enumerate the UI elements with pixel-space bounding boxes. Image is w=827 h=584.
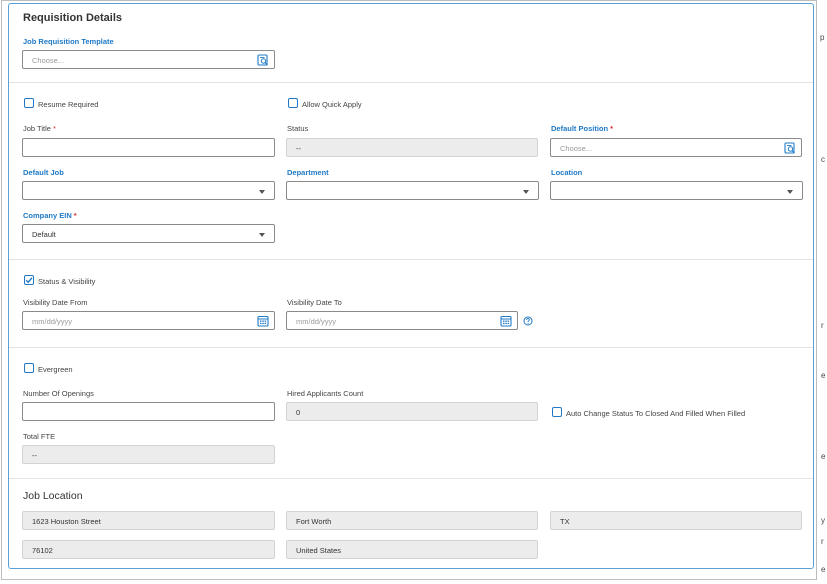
job-title-input[interactable]: [22, 138, 275, 157]
visibility-to-label: Visibility Date To: [287, 298, 342, 307]
template-lookup[interactable]: Choose...: [22, 50, 275, 69]
resume-required-checkbox[interactable]: [24, 98, 34, 108]
country-value: United States: [296, 546, 342, 555]
edge-letter: e: [821, 565, 826, 574]
state-value: TX: [560, 517, 570, 526]
street-field: 1623 Houston Street: [22, 511, 275, 530]
evergreen-checkbox[interactable]: [24, 363, 34, 373]
street-value: 1623 Houston Street: [32, 517, 101, 526]
openings-input[interactable]: [22, 402, 275, 421]
state-field: TX: [550, 511, 802, 530]
visibility-from-date-input[interactable]: mm/dd/yyyy: [22, 311, 275, 330]
visibility-to-date-input[interactable]: mm/dd/yyyy: [286, 311, 518, 330]
status-visibility-checkbox[interactable]: [24, 275, 34, 285]
required-marker: *: [610, 124, 614, 133]
company-ein-label: Company EIN *: [23, 211, 77, 220]
edge-letter: e: [821, 371, 826, 380]
edge-letter: r: [821, 321, 824, 330]
department-select[interactable]: [286, 181, 539, 200]
checkmark-icon: [25, 276, 33, 283]
section-divider: [9, 259, 813, 260]
auto-change-checkbox[interactable]: [552, 407, 562, 417]
default-position-label: Default Position *: [551, 124, 614, 133]
section-divider: [9, 347, 813, 348]
company-ein-select[interactable]: Default: [22, 224, 275, 243]
status-visibility-label: Status & Visibility: [38, 277, 96, 286]
section-title-requisition: Requisition Details: [23, 12, 123, 24]
total-fte-field: --: [22, 445, 275, 464]
auto-change-label: Auto Change Status To Closed And Filled …: [566, 409, 746, 418]
allow-quick-apply-label: Allow Quick Apply: [302, 100, 362, 109]
status-field: --: [286, 138, 538, 157]
requisition-card: [8, 3, 814, 569]
calendar-icon[interactable]: [257, 315, 269, 327]
required-marker: *: [73, 211, 77, 220]
edge-letter: e: [821, 452, 826, 461]
country-field: United States: [286, 540, 538, 559]
lookup-icon[interactable]: [257, 54, 269, 66]
allow-quick-apply-checkbox[interactable]: [288, 98, 298, 108]
section-divider: [9, 82, 813, 83]
chevron-down-icon: [259, 190, 265, 194]
resume-required-label: Resume Required: [38, 100, 99, 109]
city-value: Fort Worth: [296, 517, 332, 526]
edge-letter: p: [820, 33, 825, 42]
default-job-label: Default Job: [23, 168, 64, 177]
location-label: Location: [551, 168, 583, 177]
department-label: Department: [287, 168, 329, 177]
status-value: --: [296, 144, 301, 153]
edge-letter: y: [821, 516, 825, 525]
calendar-icon[interactable]: [500, 315, 512, 327]
default-position-placeholder: Choose...: [560, 144, 593, 153]
total-fte-label: Total FTE: [23, 432, 56, 441]
zip-value: 76102: [32, 546, 53, 555]
job-title-label: Job Title *: [23, 124, 56, 133]
visibility-from-label: Visibility Date From: [23, 298, 88, 307]
status-label: Status: [287, 124, 309, 133]
location-select[interactable]: [550, 181, 803, 200]
zip-field: 76102: [22, 540, 275, 559]
required-marker: *: [52, 124, 56, 133]
chevron-down-icon: [787, 190, 793, 194]
chevron-down-icon: [259, 233, 265, 237]
hired-count-value: 0: [296, 408, 301, 417]
default-job-select[interactable]: [22, 181, 275, 200]
edge-letter: c: [821, 155, 825, 164]
evergreen-label: Evergreen: [38, 365, 73, 374]
edge-letter: r: [821, 537, 824, 546]
default-position-lookup[interactable]: Choose...: [550, 138, 802, 157]
template-placeholder: Choose...: [32, 56, 65, 65]
hired-count-field: 0: [286, 402, 538, 421]
chevron-down-icon: [523, 190, 529, 194]
openings-label: Number Of Openings: [23, 389, 94, 398]
hired-count-label: Hired Applicants Count: [287, 389, 364, 398]
backdrop-edge: p c r e e y r e: [817, 0, 827, 584]
template-label: Job Requisition Template: [23, 37, 114, 46]
help-icon[interactable]: [523, 316, 533, 326]
city-field: Fort Worth: [286, 511, 538, 530]
section-divider: [9, 478, 813, 479]
section-title-job-location: Job Location: [23, 490, 83, 502]
company-ein-value: Default: [32, 230, 56, 239]
total-fte-value: --: [32, 451, 37, 460]
lookup-icon[interactable]: [784, 142, 796, 154]
